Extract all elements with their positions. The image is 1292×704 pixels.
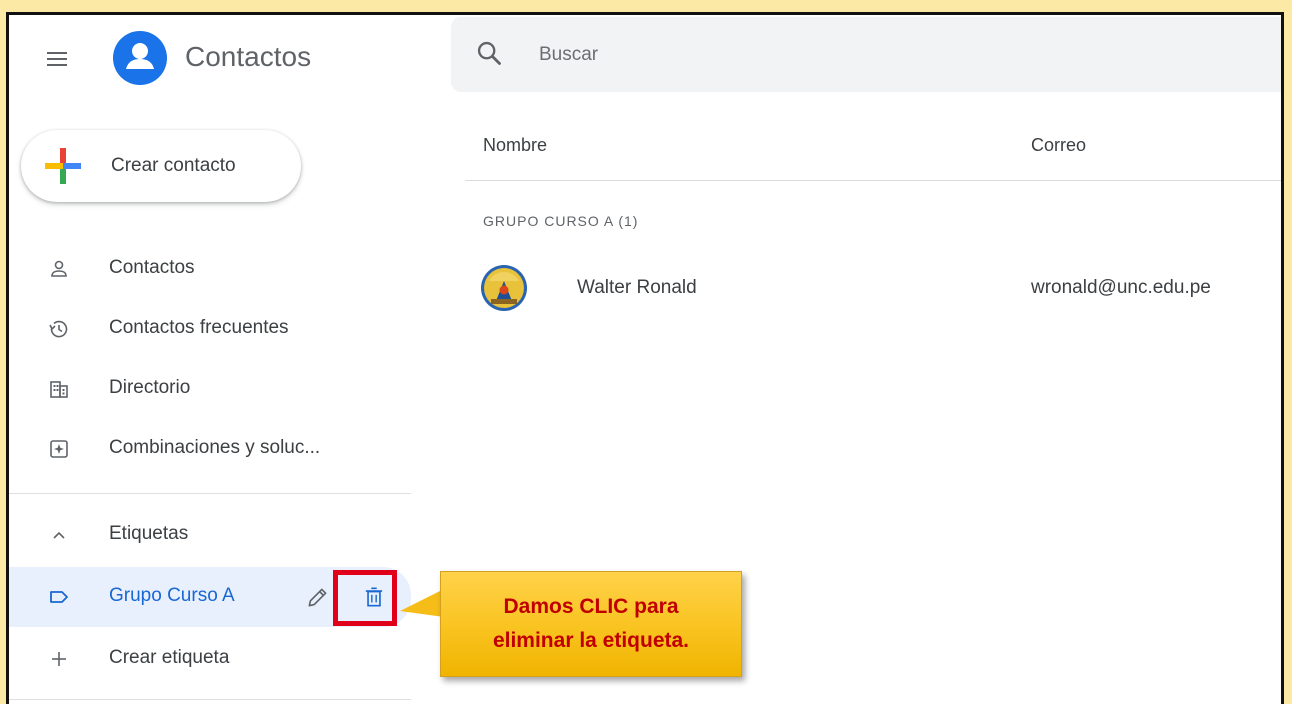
callout-line-2: eliminar la etiqueta. bbox=[492, 629, 690, 652]
header-divider bbox=[465, 180, 1281, 181]
contact-name: Walter Ronald bbox=[577, 277, 697, 298]
merge-icon bbox=[50, 440, 68, 458]
chevron-up-icon bbox=[53, 531, 65, 539]
column-header-nombre[interactable]: Nombre bbox=[483, 135, 547, 156]
sidebar-divider bbox=[9, 699, 411, 700]
main-menu-button[interactable] bbox=[43, 45, 71, 73]
search-input[interactable] bbox=[537, 37, 1041, 73]
edit-pencil-icon[interactable] bbox=[305, 584, 331, 610]
search-icon[interactable] bbox=[475, 39, 503, 67]
sidebar-item-label: Directorio bbox=[109, 377, 191, 398]
contacts-logo-icon bbox=[113, 31, 167, 85]
sidebar-item-combinaciones[interactable]: Combinaciones y soluc... bbox=[9, 421, 411, 477]
sidebar-item-label: Contactos frecuentes bbox=[109, 317, 289, 338]
table-row[interactable]: Walter Ronald wronald@unc.edu.pe bbox=[465, 257, 1281, 321]
sidebar-item-contactos[interactable]: Contactos bbox=[9, 241, 411, 297]
sidebar-item-directorio[interactable]: Directorio bbox=[9, 361, 411, 417]
label-icon bbox=[50, 591, 68, 603]
sidebar-item-label: Crear etiqueta bbox=[109, 647, 230, 668]
sidebar-item-label: Combinaciones y soluc... bbox=[109, 437, 321, 458]
sidebar-item-label: Contactos bbox=[109, 257, 195, 278]
callout-line-1: Damos CLIC para bbox=[503, 595, 679, 618]
colored-plus-icon bbox=[45, 148, 81, 184]
contact-email: wronald@unc.edu.pe bbox=[1031, 277, 1211, 298]
sidebar-item-contactos-frecuentes[interactable]: Contactos frecuentes bbox=[9, 301, 411, 357]
column-header-correo[interactable]: Correo bbox=[1031, 135, 1086, 156]
sidebar-create-label[interactable]: Crear etiqueta bbox=[9, 631, 411, 687]
highlight-box bbox=[333, 570, 397, 626]
sidebar-divider bbox=[9, 493, 411, 494]
app-title: Contactos bbox=[185, 41, 312, 72]
add-icon bbox=[52, 652, 66, 666]
sidebar-item-label: Grupo Curso A bbox=[109, 585, 235, 606]
group-title: GRUPO CURSO A (1) bbox=[483, 213, 639, 229]
search-bar[interactable] bbox=[451, 17, 1281, 92]
create-contact-label: Crear contacto bbox=[111, 155, 236, 176]
labels-section-title: Etiquetas bbox=[109, 523, 189, 544]
domain-icon bbox=[50, 381, 68, 398]
avatar[interactable] bbox=[481, 265, 527, 311]
create-contact-button[interactable]: Crear contacto bbox=[21, 130, 301, 202]
person-icon bbox=[51, 260, 67, 277]
sidebar-labels-toggle[interactable]: Etiquetas bbox=[9, 507, 411, 563]
history-icon bbox=[49, 320, 68, 338]
instruction-callout: Damos CLIC para eliminar la etiqueta. bbox=[440, 571, 742, 677]
callout-pointer bbox=[400, 589, 444, 617]
